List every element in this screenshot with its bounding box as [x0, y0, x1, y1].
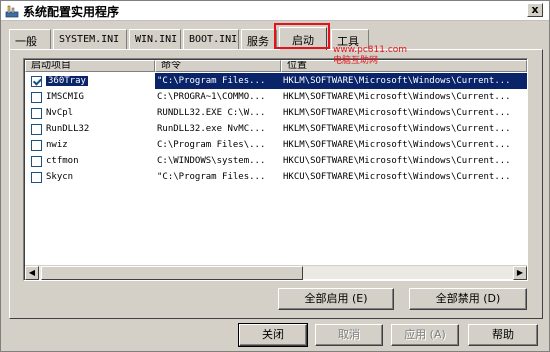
startup-item-location: HKLM\SOFTWARE\Microsoft\Windows\Current.…	[283, 140, 511, 150]
msconfig-app-icon	[5, 5, 19, 18]
startup-item-command: C:\WINDOWS\system...	[157, 156, 266, 166]
startup-item-command: "C:\Program Files...	[155, 73, 281, 89]
startup-item-name: IMSCMIG	[46, 92, 84, 102]
startup-item-location: HKLM\SOFTWARE\Microsoft\Windows\Current.…	[283, 108, 511, 118]
startup-item-checkbox[interactable]	[31, 123, 42, 135]
close-button[interactable]: 关闭	[238, 323, 308, 347]
system-config-dialog: 系统配置实用程序 x 一般 SYSTEM.INI WIN.INI BOOT.IN…	[0, 0, 550, 352]
list-row[interactable]: nwiz C:\Program Files\... HKLM\SOFTWARE\…	[25, 137, 527, 153]
title-bar: 系统配置实用程序 x	[1, 1, 549, 21]
list-rows: 360Tray "C:\Program Files... HKLM\SOFTWA…	[25, 73, 527, 185]
scroll-left-icon[interactable]: ◀	[25, 266, 39, 280]
list-row[interactable]: RunDLL32 RunDLL32.exe NvMC... HKLM\SOFTW…	[25, 121, 527, 137]
tab-startup[interactable]: 启动	[279, 27, 327, 50]
enable-all-button[interactable]: 全部启用 (E)	[278, 288, 394, 310]
tab-services[interactable]: 服务	[241, 29, 277, 49]
startup-item-name: RunDLL32	[46, 124, 90, 134]
watermark-text: 电脑互助网	[333, 56, 379, 66]
list-header: 启动项目 命令 位置	[25, 60, 527, 72]
column-header-command[interactable]: 命令	[155, 60, 281, 72]
startup-item-location: HKLM\SOFTWARE\Microsoft\Windows\Current.…	[283, 124, 511, 134]
startup-item-command: C:\Program Files\...	[157, 140, 266, 150]
startup-item-name: NvCpl	[46, 108, 74, 118]
startup-item-name: 360Tray	[46, 76, 88, 86]
window-title: 系统配置实用程序	[23, 5, 120, 19]
column-header-startup-item[interactable]: 启动项目	[25, 60, 155, 72]
startup-item-name: Skycn	[46, 172, 74, 182]
startup-item-command: RUNDLL32.EXE C:\W...	[157, 108, 266, 118]
startup-item-location: HKLM\SOFTWARE\Microsoft\Windows\Current.…	[281, 73, 527, 89]
startup-item-location: HKCU\SOFTWARE\Microsoft\Windows\Current.…	[283, 172, 511, 182]
startup-item-name: nwiz	[46, 140, 68, 150]
tab-strip: 一般 SYSTEM.INI WIN.INI BOOT.INI 服务 启动 工具	[9, 27, 543, 50]
watermark-url: www.pc811.com	[333, 45, 408, 55]
scroll-right-icon[interactable]: ▶	[513, 266, 527, 280]
startup-item-checkbox[interactable]	[31, 75, 42, 87]
list-row[interactable]: ctfmon C:\WINDOWS\system... HKCU\SOFTWAR…	[25, 153, 527, 169]
startup-item-location: HKCU\SOFTWARE\Microsoft\Windows\Current.…	[283, 156, 511, 166]
tab-system-ini[interactable]: SYSTEM.INI	[53, 29, 127, 49]
apply-button[interactable]: 应用 (A)	[391, 324, 459, 346]
tab-boot-ini[interactable]: BOOT.INI	[183, 29, 239, 49]
scrollbar-thumb[interactable]	[41, 266, 303, 280]
startup-item-checkbox[interactable]	[31, 139, 42, 151]
startup-item-checkbox[interactable]	[31, 107, 42, 119]
startup-item-command: C:\PROGRA~1\COMMO...	[157, 92, 266, 102]
list-row[interactable]: NvCpl RUNDLL32.EXE C:\W... HKLM\SOFTWARE…	[25, 105, 527, 121]
startup-item-checkbox[interactable]	[31, 171, 42, 183]
startup-item-location: HKLM\SOFTWARE\Microsoft\Windows\Current.…	[283, 92, 511, 102]
startup-item-command: "C:\Program Files...	[157, 172, 266, 182]
list-row[interactable]: Skycn "C:\Program Files... HKCU\SOFTWARE…	[25, 169, 527, 185]
startup-items-list: 启动项目 命令 位置 360Tray "C:\Program Files... …	[23, 58, 528, 281]
list-row[interactable]: IMSCMIG C:\PROGRA~1\COMMO... HKLM\SOFTWA…	[25, 89, 527, 105]
tab-general[interactable]: 一般	[9, 29, 51, 49]
close-window-button[interactable]: x	[527, 3, 543, 17]
horizontal-scrollbar[interactable]: ◀ ▶	[25, 265, 527, 280]
tab-win-ini[interactable]: WIN.INI	[129, 29, 181, 49]
list-row[interactable]: 360Tray "C:\Program Files... HKLM\SOFTWA…	[25, 73, 527, 89]
startup-item-checkbox[interactable]	[31, 155, 42, 167]
startup-item-name: ctfmon	[46, 156, 79, 166]
startup-item-command: RunDLL32.exe NvMC...	[157, 124, 266, 134]
startup-item-checkbox[interactable]	[31, 91, 42, 103]
watermark: www.pc811.com 电脑互助网	[333, 45, 407, 67]
disable-all-button[interactable]: 全部禁用 (D)	[409, 288, 527, 310]
cancel-button[interactable]: 取消	[315, 324, 383, 346]
help-button[interactable]: 帮助	[468, 324, 538, 346]
